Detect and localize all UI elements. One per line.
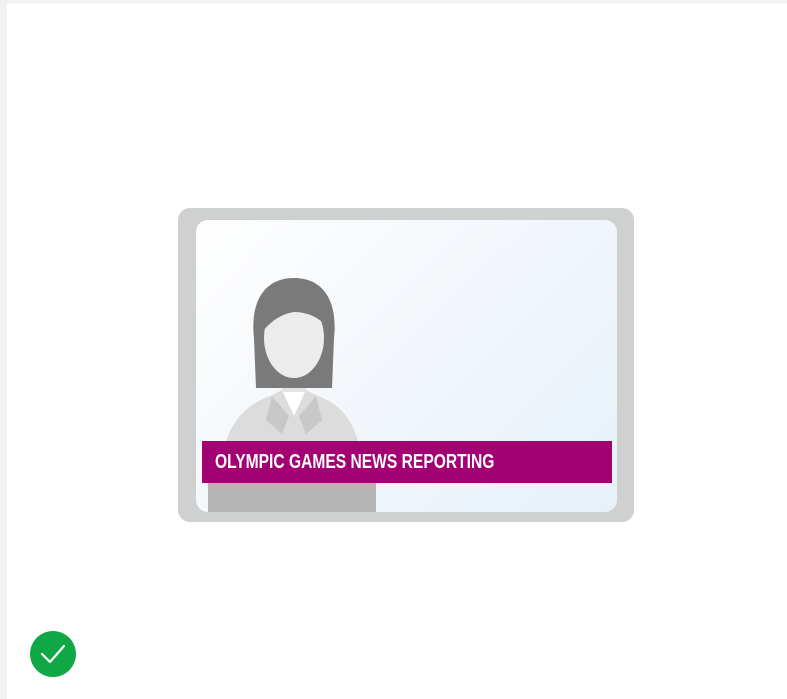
- news-banner-text: OLYMPIC GAMES NEWS REPORTING: [215, 450, 495, 473]
- checkmark-icon: [30, 631, 76, 677]
- news-banner: OLYMPIC GAMES NEWS REPORTING: [202, 441, 612, 483]
- tv-screen: OLYMPIC GAMES NEWS REPORTING: [196, 220, 617, 512]
- tv-frame: OLYMPIC GAMES NEWS REPORTING: [178, 208, 634, 522]
- news-desk: [208, 483, 376, 512]
